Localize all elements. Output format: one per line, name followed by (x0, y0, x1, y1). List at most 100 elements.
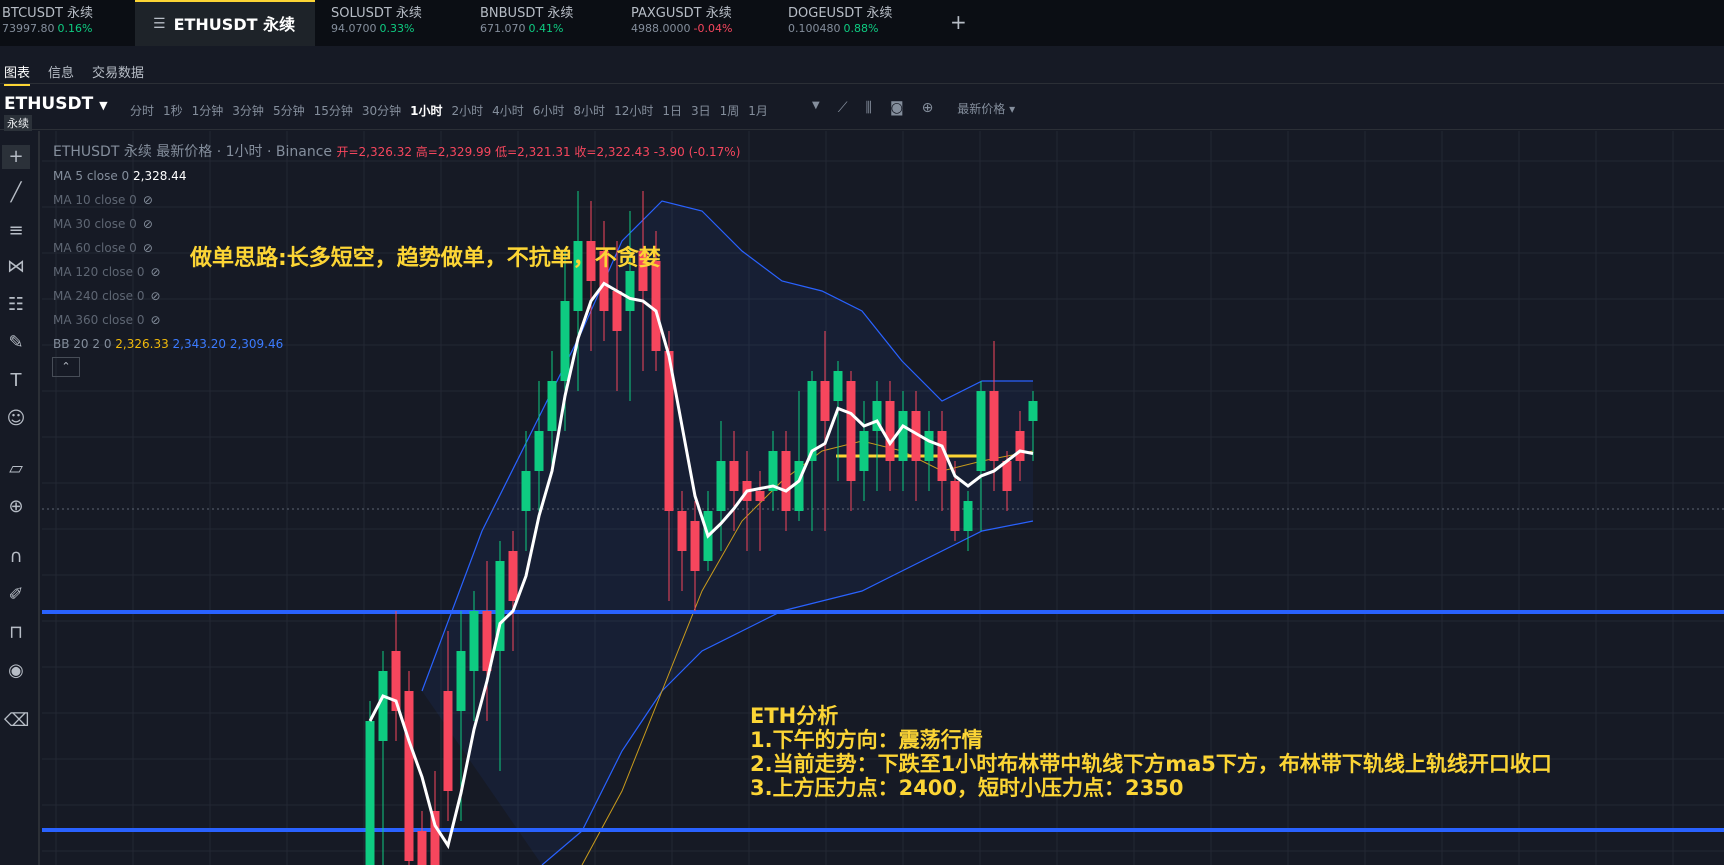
indicator-icon[interactable]: ⟋ (838, 100, 848, 117)
strategy-note: 做单思路:长多短空，趋势做单，不抗单，不贪婪 (190, 246, 661, 271)
price-type-select[interactable]: 最新价格 ▾ (957, 100, 1015, 117)
ruler-icon[interactable]: ▱ (4, 457, 28, 481)
tab-symbol: BTCUSDT 永续 (2, 6, 94, 21)
candle-body (1002, 461, 1012, 491)
tab-price: 4988.0000 (631, 22, 691, 35)
interval-option[interactable]: 分时 (130, 102, 154, 119)
candle-body (690, 521, 700, 571)
list-icon: ☰ (153, 15, 166, 32)
trend-line-icon[interactable]: ╱ (4, 181, 28, 205)
eye-hidden-icon[interactable]: ⊘ (143, 193, 153, 207)
add-icon[interactable]: ⊕ (922, 100, 934, 117)
ma5-label[interactable]: MA 5 close 0 (53, 169, 129, 183)
candle-body (677, 511, 687, 551)
ma-label[interactable]: MA 360 close 0 (53, 313, 144, 327)
sub-nav: 图表 信息 交易数据 (0, 56, 1724, 86)
legend-title: ETHUSDT 永续 最新价格 · 1小时 · Binance (53, 144, 333, 160)
symbol-selector[interactable]: ETHUSDT ▼ (4, 94, 108, 114)
trash-icon[interactable]: ⌫ (4, 709, 29, 733)
lock-drawing-icon[interactable]: ✐ (4, 583, 28, 607)
tab-symbol: SOLUSDT 永续 (331, 6, 422, 21)
text-icon[interactable]: T (4, 369, 28, 393)
candle-body (365, 721, 375, 865)
eye-hidden-icon[interactable]: ⊘ (150, 313, 160, 327)
interval-option-active[interactable]: 1小时 (410, 102, 442, 119)
ma-label[interactable]: MA 30 close 0 (53, 217, 137, 231)
brush-icon[interactable]: ✎ (4, 331, 28, 355)
interval-option[interactable]: 12小时 (614, 102, 653, 119)
tab-bnbusdt[interactable]: BNBUSDT 永续 671.070 0.41% (480, 6, 573, 42)
chevron-down-icon[interactable]: ▼ (812, 100, 820, 117)
candle-body (729, 461, 739, 491)
crosshair-icon[interactable]: + (2, 145, 30, 169)
tab-change: 0.41% (528, 22, 564, 35)
zoom-in-icon[interactable]: ⊕ (4, 495, 28, 519)
eye-hidden-icon[interactable]: ⊘ (143, 217, 153, 231)
add-tab-button[interactable]: + (950, 10, 967, 34)
ma-label[interactable]: MA 60 close 0 (53, 241, 137, 255)
bb-label[interactable]: BB 20 2 0 (53, 337, 111, 351)
eye-hidden-icon[interactable]: ⊘ (150, 289, 160, 303)
tab-trading-data[interactable]: 交易数据 (92, 62, 144, 81)
candle-body (469, 611, 479, 671)
tab-price: 94.0700 (331, 22, 377, 35)
chart-tools: ▼ ⟋ ⫼ ◙ ⊕ 最新价格 ▾ (812, 100, 1015, 117)
eye-hidden-icon[interactable]: ⊘ (150, 265, 160, 279)
drawing-toolbar: + ╱ ≡ ⋈ ☷ ✎ T ☺ ▱ ⊕ ∩ ✐ ⊓ ◉ ⌫ (0, 131, 40, 865)
interval-option[interactable]: 3分钟 (232, 102, 264, 119)
candle-body (1015, 431, 1025, 461)
candle-body (443, 691, 453, 791)
eye-icon[interactable]: ◉ (4, 659, 28, 683)
interval-option[interactable]: 15分钟 (314, 102, 353, 119)
interval-option[interactable]: 8小时 (573, 102, 605, 119)
horizontal-lines-icon[interactable]: ≡ (4, 219, 28, 243)
symbol-tab-bar: BTCUSDT 永续 73997.80 0.16% ☰ ETHUSDT 永续 SO… (0, 0, 1724, 46)
emoji-icon[interactable]: ☺ (4, 407, 28, 431)
analysis-line: 1.下午的方向：震荡行情 (750, 728, 983, 752)
interval-option[interactable]: 30分钟 (362, 102, 401, 119)
tab-price: 671.070 (480, 22, 526, 35)
interval-option[interactable]: 1秒 (163, 102, 183, 119)
interval-option[interactable]: 1分钟 (192, 102, 224, 119)
ma-label[interactable]: MA 10 close 0 (53, 193, 137, 207)
candle-body (1028, 401, 1038, 421)
chevron-down-icon: ▼ (99, 99, 108, 112)
chart-type-icon[interactable]: ⫼ (866, 100, 872, 117)
candle-body (924, 431, 934, 461)
candle-body (950, 481, 960, 531)
candle-body (716, 461, 726, 511)
candle-body (794, 461, 804, 511)
candle-body (989, 391, 999, 461)
tab-solusdt[interactable]: SOLUSDT 永续 94.0700 0.33% (331, 6, 422, 42)
legend-collapse-button[interactable]: ⌃ (52, 357, 80, 377)
ma-label[interactable]: MA 240 close 0 (53, 289, 144, 303)
interval-list: 分时 1秒 1分钟 3分钟 5分钟 15分钟 30分钟 1小时 2小时 4小时 … (130, 102, 768, 119)
candle-body (508, 551, 518, 601)
eye-hidden-icon[interactable]: ⊘ (143, 241, 153, 255)
interval-option[interactable]: 1月 (748, 102, 768, 119)
tab-dogeusdt[interactable]: DOGEUSDT 永续 0.100480 0.88% (788, 6, 892, 42)
tab-change: -0.04% (693, 22, 733, 35)
tab-paxgusdt[interactable]: PAXGUSDT 永续 4988.0000 -0.04% (631, 6, 732, 42)
ma-label[interactable]: MA 120 close 0 (53, 265, 144, 279)
fib-icon[interactable]: ☷ (4, 293, 28, 317)
bb-upper-value: 2,343.20 (172, 337, 226, 351)
interval-option[interactable]: 2小时 (452, 102, 484, 119)
pattern-icon[interactable]: ⋈ (4, 255, 28, 279)
interval-option[interactable]: 3日 (691, 102, 711, 119)
interval-option[interactable]: 1周 (720, 102, 740, 119)
candle-body (833, 371, 843, 401)
tab-ethusdt[interactable]: ☰ ETHUSDT 永续 (135, 0, 315, 46)
interval-option[interactable]: 5分钟 (273, 102, 305, 119)
tab-btcusdt[interactable]: BTCUSDT 永续 73997.80 0.16% (2, 6, 93, 42)
magnet-icon[interactable]: ∩ (4, 545, 28, 569)
candle-body (781, 451, 791, 511)
bb-mid-value: 2,326.33 (115, 337, 169, 351)
interval-option[interactable]: 1日 (662, 102, 682, 119)
lock-icon[interactable]: ⊓ (4, 621, 28, 645)
camera-icon[interactable]: ◙ (890, 100, 904, 117)
tab-chart[interactable]: 图表 (4, 62, 31, 86)
tab-info[interactable]: 信息 (48, 62, 74, 81)
interval-option[interactable]: 6小时 (533, 102, 565, 119)
interval-option[interactable]: 4小时 (492, 102, 524, 119)
